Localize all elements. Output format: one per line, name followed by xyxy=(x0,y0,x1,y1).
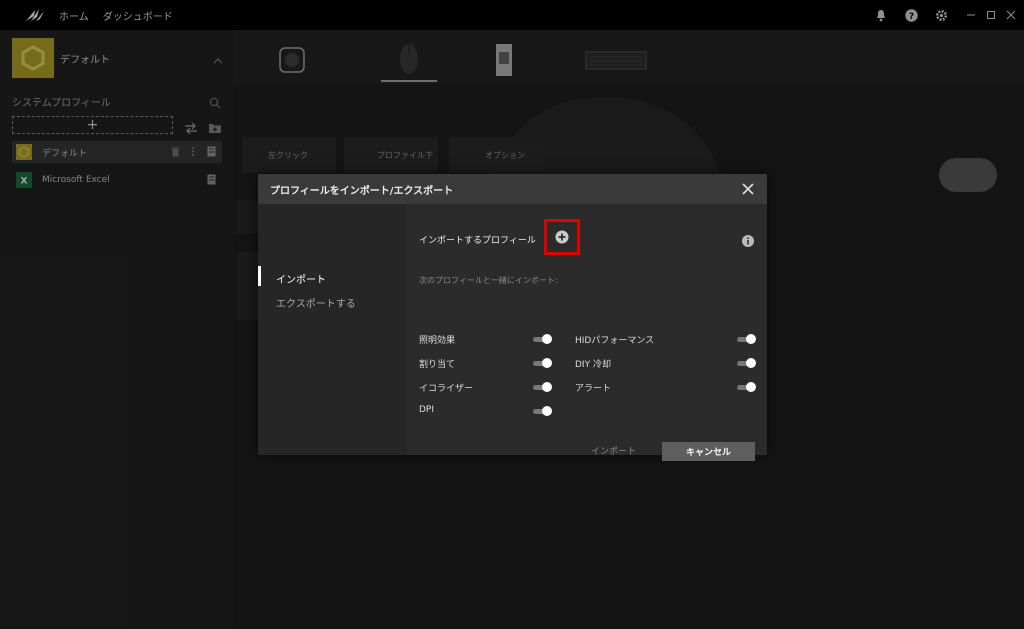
option-equalizer-toggle[interactable] xyxy=(533,382,552,392)
option-assignment-label: 割り当て xyxy=(419,360,456,370)
add-import-profile-button[interactable] xyxy=(544,219,580,255)
option-hid-performance-label: HIDパフォーマンス xyxy=(575,336,655,346)
option-hid-performance-toggle[interactable] xyxy=(737,334,756,344)
import-button[interactable]: インポート xyxy=(591,444,636,457)
option-alert-toggle[interactable] xyxy=(737,382,756,392)
tab-export[interactable]: エクスポートする xyxy=(276,295,356,310)
option-lighting-toggle[interactable] xyxy=(533,334,552,344)
close-icon[interactable] xyxy=(741,182,755,196)
dialog-content: インポートするプロフィール 次のプロフィールと一緒にインポート: 照明効果 割り… xyxy=(407,204,767,461)
app-window: ホーム ダッシュボード ? デフォルト システムプロフィール + デフォルト X… xyxy=(0,0,1024,629)
dialog-header: プロフィールをインポート/エクスポート xyxy=(258,174,767,204)
option-equalizer-label: イコライザー xyxy=(419,384,474,394)
option-dpi-label: DPI xyxy=(419,405,435,415)
option-alert-label: アラート xyxy=(575,384,612,394)
info-icon[interactable] xyxy=(742,232,754,247)
option-lighting-label: 照明効果 xyxy=(419,336,456,346)
import-with-label: 次のプロフィールと一緒にインポート: xyxy=(419,276,558,285)
option-dpi-toggle[interactable] xyxy=(533,406,552,416)
option-diy-cooling-label: DIY 冷却 xyxy=(575,360,611,370)
option-assignment-toggle[interactable] xyxy=(533,358,552,368)
dialog-title: プロフィールをインポート/エクスポート xyxy=(270,185,454,197)
plus-circle-icon xyxy=(555,230,569,244)
option-diy-cooling-toggle[interactable] xyxy=(737,358,756,368)
cancel-button[interactable]: キャンセル xyxy=(662,442,755,461)
import-profile-label: インポートするプロフィール xyxy=(419,236,536,246)
dialog-tabs: インポート エクスポートする xyxy=(258,204,407,455)
active-tab-indicator xyxy=(258,266,261,286)
tab-import[interactable]: インポート xyxy=(276,271,326,286)
import-export-dialog: プロフィールをインポート/エクスポート インポート エクスポートする インポート… xyxy=(258,174,767,461)
